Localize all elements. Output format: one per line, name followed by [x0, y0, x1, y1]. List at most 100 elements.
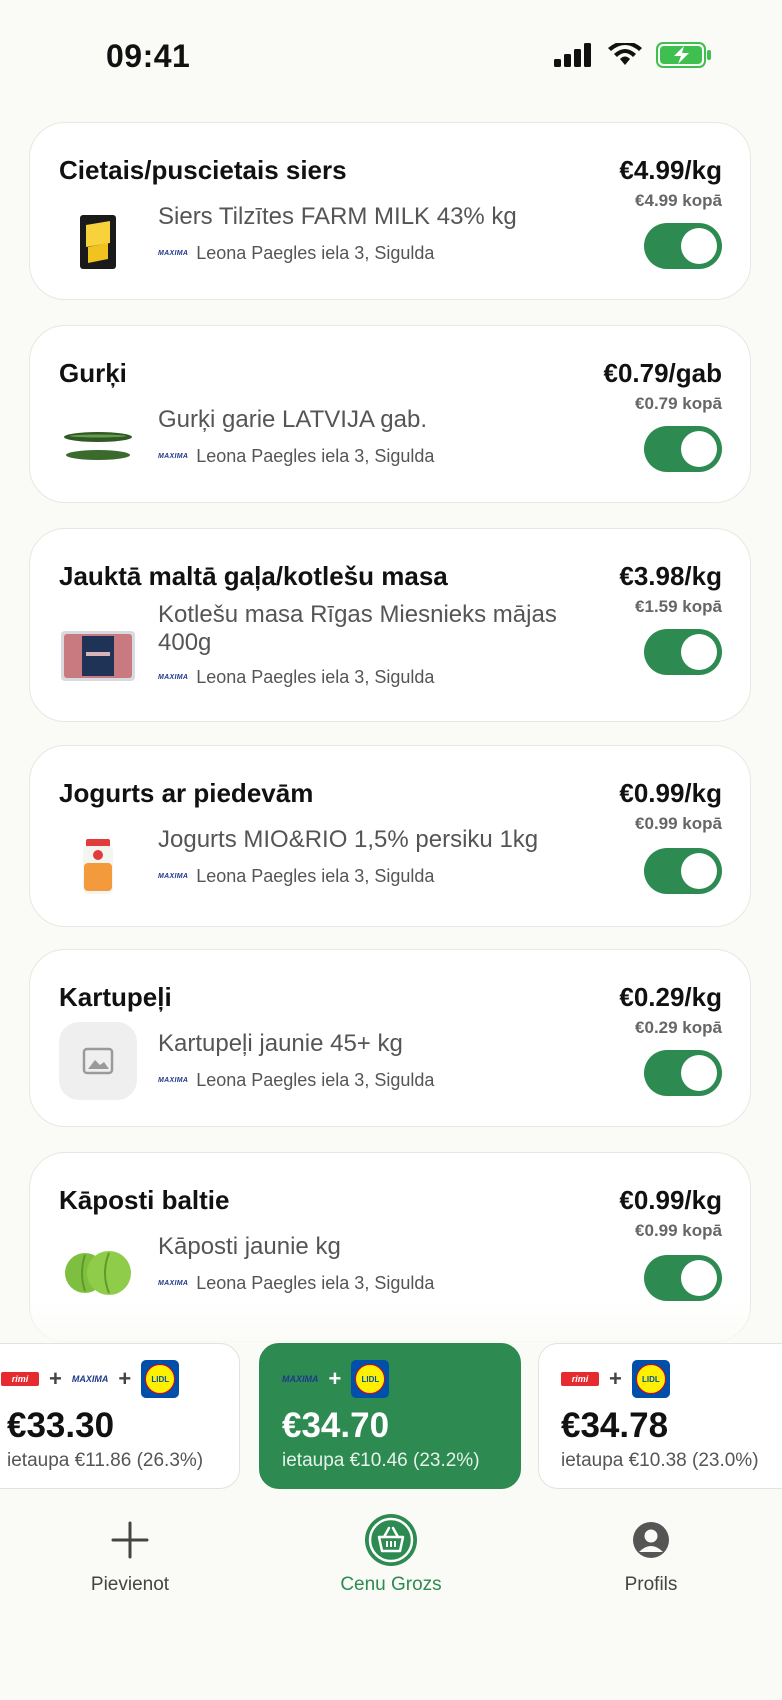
item-category-title: Kāposti baltie [59, 1185, 230, 1215]
bottom-tab-bar: Pievienot Cenu Grozs Profils [0, 1510, 782, 1700]
lidl-logo-text: LIDL [355, 1364, 386, 1394]
tab-label: Cenu Grozs [340, 1574, 442, 1595]
plus-sign: + [328, 1366, 342, 1391]
unit-price: €3.98/kg [619, 561, 722, 591]
basket-item-card[interactable]: Jogurts ar piedevām €0.99/kg €0.99 kopā … [29, 745, 751, 927]
lidl-logo-text: LIDL [635, 1364, 666, 1394]
total-price: €1.59 kopā [635, 597, 722, 616]
store-line: MAXIMA Leona Paegles iela 3, Sigulda [158, 667, 434, 688]
basket-item-card[interactable]: Gurķi €0.79/gab €0.79 kopā Gurķi garie L… [29, 325, 751, 503]
store-line: MAXIMA Leona Paegles iela 3, Sigulda [158, 1070, 434, 1091]
combo-store-logos: MAXIMA + LIDL [282, 1360, 390, 1398]
item-toggle[interactable] [644, 1255, 722, 1301]
basket-item-card[interactable]: Cietais/puscietais siers €4.99/kg €4.99 … [29, 122, 751, 300]
plus-sign: + [609, 1366, 622, 1391]
tab-add[interactable]: Pievienot [30, 1510, 230, 1596]
unit-price: €4.99/kg [619, 155, 722, 185]
status-bar: 09:41 [0, 0, 782, 110]
cucumber-icon [59, 406, 137, 484]
yogurt-icon [59, 828, 137, 906]
total-price: €0.99 kopā [635, 814, 722, 833]
item-category-title: Cietais/puscietais siers [59, 155, 347, 185]
combo-savings: ietaupa €10.38 (23.0%) [561, 1450, 759, 1471]
maxima-logo: MAXIMA [158, 1280, 189, 1287]
combo-store-logos: rimi + LIDL [561, 1360, 670, 1398]
unit-price: €0.99/kg [619, 778, 722, 808]
maxima-logo: MAXIMA [158, 453, 189, 460]
product-name: Jogurts MIO&RIO 1,5% persiku 1kg [158, 826, 539, 853]
product-name: Kartupeļi jaunie 45+ kg [158, 1030, 403, 1057]
product-name: Siers Tilzītes FARM MILK 43% kg [158, 203, 517, 230]
plus-sign: + [118, 1366, 132, 1391]
tab-price-basket[interactable]: Cenu Grozs [291, 1510, 491, 1596]
toggle-knob [681, 228, 717, 264]
store-address: Leona Paegles iela 3, Sigulda [196, 446, 435, 466]
status-icons [554, 42, 712, 68]
unit-price: €0.79/gab [603, 358, 722, 388]
combo-total: €34.70 [282, 1406, 390, 1445]
total-price: €0.29 kopā [635, 1018, 722, 1037]
toggle-knob [681, 1055, 717, 1091]
toggle-knob [681, 431, 717, 467]
maxima-logo: MAXIMA [158, 873, 189, 880]
item-toggle[interactable] [644, 848, 722, 894]
tab-label: Profils [624, 1574, 678, 1595]
maxima-logo: MAXIMA [158, 1077, 189, 1084]
lidl-logo-text: LIDL [145, 1364, 176, 1394]
item-category-title: Jauktā maltā gaļa/kotlešu masa [59, 561, 448, 591]
product-name: Gurķi garie LATVIJA gab. [158, 406, 428, 433]
tab-profile[interactable]: Profils [551, 1510, 751, 1596]
battery-charging-icon [656, 42, 711, 68]
basket-item-card[interactable]: Jauktā maltā gaļa/kotlešu masa €3.98/kg … [29, 528, 751, 722]
store-line: MAXIMA Leona Paegles iela 3, Sigulda [158, 1273, 434, 1294]
store-line: MAXIMA Leona Paegles iela 3, Sigulda [158, 866, 434, 887]
store-line: MAXIMA Leona Paegles iela 3, Sigulda [158, 243, 434, 264]
plus-sign: + [49, 1366, 62, 1391]
cheese-icon [59, 203, 137, 281]
combo-savings: ietaupa €10.46 (23.2%) [282, 1450, 480, 1471]
maxima-logo: MAXIMA [71, 1374, 109, 1384]
item-toggle[interactable] [644, 426, 722, 472]
total-price: €0.79 kopā [635, 394, 722, 413]
store-line: MAXIMA Leona Paegles iela 3, Sigulda [158, 446, 434, 467]
item-toggle[interactable] [644, 1050, 722, 1096]
status-time: 09:41 [106, 38, 191, 74]
store-combo-carousel[interactable]: rimi + MAXIMA + LIDL €33.30 ietaupa €11.… [0, 1343, 782, 1489]
plus-icon [30, 1510, 230, 1570]
unit-price: €0.99/kg [619, 1185, 722, 1215]
basket-item-card[interactable]: Kartupeļi €0.29/kg €0.29 kopā Kartupeļi … [29, 949, 751, 1127]
store-combo-card[interactable]: rimi + MAXIMA + LIDL €33.30 ietaupa €11.… [0, 1343, 240, 1489]
combo-total: €34.78 [561, 1406, 669, 1445]
profile-icon [551, 1510, 751, 1570]
toggle-knob [681, 634, 717, 670]
store-address: Leona Paegles iela 3, Sigulda [196, 866, 435, 886]
maxima-logo: MAXIMA [282, 1374, 319, 1384]
basket-icon [291, 1510, 491, 1570]
combo-total: €33.30 [7, 1406, 115, 1445]
store-combo-card-selected[interactable]: MAXIMA + LIDL €34.70 ietaupa €10.46 (23.… [259, 1343, 521, 1489]
minced-meat-icon [59, 617, 137, 695]
lidl-logo: LIDL [141, 1360, 180, 1398]
item-toggle[interactable] [644, 629, 722, 675]
store-address: Leona Paegles iela 3, Sigulda [196, 667, 435, 687]
unit-price: €0.29/kg [619, 982, 722, 1012]
store-address: Leona Paegles iela 3, Sigulda [196, 243, 435, 263]
total-price: €4.99 kopā [635, 191, 722, 210]
signal-icon [554, 43, 591, 67]
toggle-knob [681, 853, 717, 889]
item-category-title: Gurķi [59, 358, 127, 388]
maxima-logo: MAXIMA [158, 674, 189, 681]
item-category-title: Jogurts ar piedevām [59, 778, 314, 808]
combo-store-logos: rimi + MAXIMA + LIDL [1, 1360, 180, 1398]
total-price: €0.99 kopā [635, 1221, 722, 1240]
maxima-logo: MAXIMA [158, 250, 189, 257]
store-combo-card[interactable]: rimi + LIDL €34.78 ietaupa €10.38 (23.0%… [538, 1343, 782, 1489]
lidl-logo: LIDL [351, 1360, 390, 1398]
item-toggle[interactable] [644, 223, 722, 269]
product-name: Kotlešu masa Rīgas Miesnieks mājas 400g [158, 601, 557, 656]
rimi-logo: rimi [561, 1372, 599, 1386]
image-placeholder-icon [59, 1022, 137, 1100]
tab-label: Pievienot [90, 1574, 170, 1595]
combo-savings: ietaupa €11.86 (26.3%) [7, 1450, 204, 1471]
product-name: Kāposti jaunie kg [158, 1233, 341, 1260]
